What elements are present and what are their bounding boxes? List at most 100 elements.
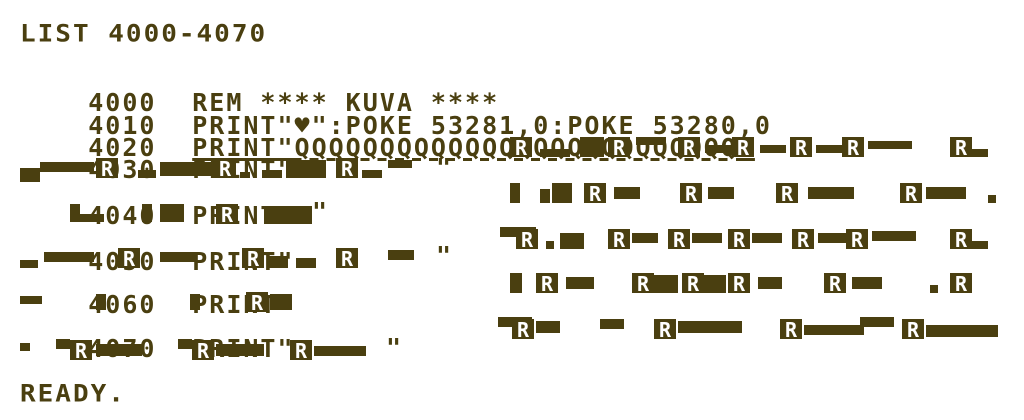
reverse-r-glyph: R [902, 319, 924, 341]
block-glyph [190, 294, 200, 310]
block-glyph [44, 252, 94, 262]
block-glyph [972, 149, 988, 157]
block-glyph [540, 189, 550, 203]
reverse-r-glyph: R [242, 248, 264, 270]
reverse-r-glyph: R [732, 137, 754, 159]
reverse-r-glyph: R [336, 158, 358, 180]
reverse-r-glyph: R [216, 204, 238, 226]
block-glyph [708, 187, 734, 199]
reverse-r-glyph: R [682, 273, 704, 295]
block-glyph [70, 204, 80, 222]
block-glyph [268, 256, 288, 268]
block-glyph [818, 233, 848, 243]
quote-mark: " [436, 153, 454, 182]
block-glyph [536, 321, 560, 333]
block-glyph [138, 170, 156, 178]
block-glyph [636, 137, 666, 145]
block-glyph [286, 160, 326, 178]
block-glyph [20, 260, 38, 268]
block-glyph [388, 160, 412, 168]
reverse-r-glyph: R [536, 273, 558, 295]
block-glyph [926, 187, 966, 199]
reverse-r-glyph: R [608, 137, 630, 159]
reverse-r-glyph: R [246, 292, 268, 314]
block-glyph [930, 285, 938, 293]
block-glyph [388, 250, 414, 260]
block-glyph [270, 294, 292, 310]
c64-screen: LIST 4000-4070 4000 REM **** KUVA **** 40… [0, 0, 1024, 420]
block-glyph [96, 294, 106, 310]
block-glyph [852, 277, 882, 289]
block-glyph [160, 252, 196, 262]
block-glyph [96, 344, 142, 356]
block-glyph [20, 343, 30, 351]
block-glyph [758, 277, 782, 289]
block-glyph [872, 231, 916, 241]
block-glyph [160, 162, 212, 176]
block-glyph [692, 233, 722, 243]
reverse-r-glyph: R [632, 273, 654, 295]
list-command: LIST 4000-4070 [20, 20, 268, 48]
block-glyph [510, 183, 520, 203]
reverse-r-glyph: R [846, 229, 868, 251]
reverse-r-glyph: R [118, 248, 140, 270]
block-glyph [40, 162, 94, 172]
block-glyph [860, 317, 894, 327]
ready-prompt: READY. [20, 380, 126, 408]
reverse-r-glyph: R [608, 229, 630, 251]
block-glyph [142, 204, 152, 222]
block-glyph [816, 145, 842, 153]
block-glyph [760, 145, 786, 153]
reverse-r-glyph: R [728, 273, 750, 295]
block-glyph [926, 325, 998, 337]
block-glyph [804, 325, 864, 335]
reverse-r-glyph: R [192, 340, 214, 362]
block-glyph [752, 233, 782, 243]
reverse-r-glyph: R [728, 229, 750, 251]
reverse-r-glyph: R [516, 229, 538, 251]
block-glyph [264, 206, 312, 224]
block-glyph [678, 321, 742, 333]
block-glyph [654, 275, 678, 293]
reverse-r-glyph: R [776, 183, 798, 205]
reverse-r-glyph: R [780, 319, 802, 341]
reverse-r-glyph: R [678, 137, 700, 159]
block-glyph [160, 204, 184, 222]
reverse-r-glyph: R [654, 319, 676, 341]
reverse-r-glyph: R [510, 137, 532, 159]
block-glyph [296, 258, 316, 268]
block-glyph [552, 183, 572, 203]
block-glyph [262, 170, 282, 178]
reverse-r-glyph: R [680, 183, 702, 205]
block-glyph [705, 145, 731, 153]
block-glyph [704, 275, 726, 293]
block-glyph [216, 344, 264, 356]
reverse-r-glyph: R [950, 229, 972, 251]
reverse-r-glyph: R [790, 137, 812, 159]
block-glyph [972, 241, 988, 249]
reverse-r-glyph: R [290, 340, 312, 362]
block-glyph [988, 195, 996, 203]
reverse-r-glyph: R [950, 137, 972, 159]
block-glyph [868, 141, 912, 149]
reverse-r-glyph: R [900, 183, 922, 205]
block-glyph [580, 137, 604, 157]
reverse-r-glyph: R [96, 158, 118, 180]
quote-mark: " [436, 241, 454, 270]
reverse-r-glyph: R [584, 183, 606, 205]
reverse-r-glyph: R [824, 273, 846, 295]
block-glyph [20, 296, 42, 304]
block-glyph [240, 172, 250, 178]
block-glyph [614, 187, 640, 199]
reverse-r-glyph: R [792, 229, 814, 251]
quote-mark: " [312, 197, 330, 226]
reverse-r-glyph: R [950, 273, 972, 295]
block-glyph [314, 346, 366, 356]
reverse-r-glyph: R [842, 137, 864, 159]
block-glyph [540, 149, 570, 157]
block-glyph [566, 277, 594, 289]
block-glyph [632, 233, 658, 243]
reverse-r-glyph: R [512, 319, 534, 341]
block-glyph [80, 214, 104, 222]
block-glyph [56, 339, 70, 349]
